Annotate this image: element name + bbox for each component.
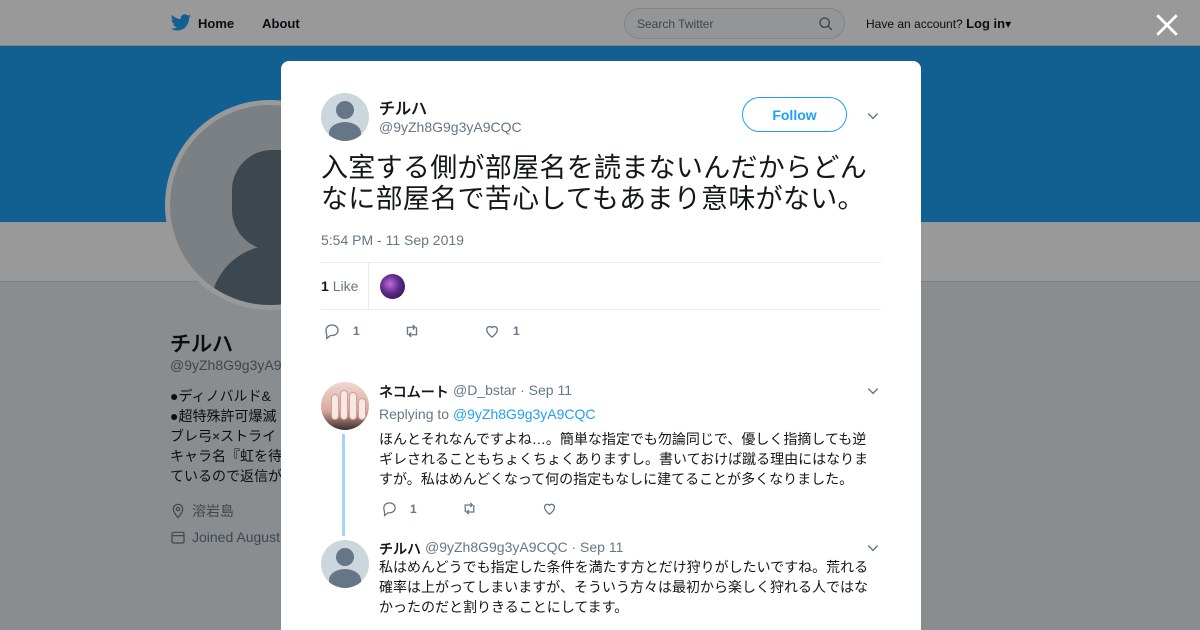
replying-to: Replying to @9yZh8G9g3yA9CQC xyxy=(379,406,596,422)
tweet-stats: 1 Like xyxy=(321,262,881,310)
reply-avatar[interactable] xyxy=(321,540,369,588)
replying-to-handle[interactable]: @9yZh8G9g3yA9CQC xyxy=(453,406,596,422)
likes-count[interactable]: 1 Like xyxy=(321,278,358,294)
reply-author-name[interactable]: チルハ xyxy=(379,539,421,559)
close-icon[interactable] xyxy=(1154,12,1180,38)
author-handle[interactable]: @9yZh8G9g3yA9CQC xyxy=(379,119,522,135)
reply-date[interactable]: · Sep 11 xyxy=(572,539,624,555)
heart-icon xyxy=(486,325,498,338)
reply-icon xyxy=(383,502,396,517)
like-action[interactable] xyxy=(541,500,570,517)
chevron-down-icon[interactable] xyxy=(866,384,880,398)
reply-date[interactable]: · Sep 11 xyxy=(520,382,572,398)
follow-button[interactable]: Follow xyxy=(742,97,847,132)
likes-number: 1 xyxy=(321,278,329,294)
tweet-timestamp[interactable]: 5:54 PM - 11 Sep 2019 xyxy=(321,232,464,248)
thread-connector xyxy=(342,434,345,536)
retweet-action[interactable] xyxy=(461,500,490,517)
like-count: 1 xyxy=(513,324,520,338)
tweet-text: 入室する側が部屋名を読まないんだからどんなに部屋名で苦心してもあまり意味がない。 xyxy=(321,153,867,214)
reply-icon xyxy=(325,324,339,340)
reply-action[interactable]: 1 xyxy=(381,500,417,517)
reply-avatar[interactable] xyxy=(321,382,369,430)
reply-count: 1 xyxy=(410,501,417,516)
reply-text: ほんとそれなんですよね…。簡単な指定でも勿論同じで、優しく指摘しても逆ギレされる… xyxy=(379,431,869,487)
author-avatar[interactable] xyxy=(321,93,369,141)
reply-action[interactable]: 1 xyxy=(323,322,360,340)
retweet-action[interactable] xyxy=(403,322,433,340)
like-action[interactable]: 1 xyxy=(483,322,520,340)
tweet-modal: チルハ @9yZh8G9g3yA9CQC Follow 入室する側が部屋名を読ま… xyxy=(281,61,921,630)
liker-avatar[interactable] xyxy=(380,274,405,299)
retweet-icon xyxy=(464,502,475,515)
likes-label: Like xyxy=(332,278,359,294)
chevron-down-icon[interactable] xyxy=(866,109,880,123)
reply-count: 1 xyxy=(353,324,360,338)
chevron-down-icon[interactable] xyxy=(866,541,880,555)
stats-divider xyxy=(368,263,369,310)
reply-handle-text: @9yZh8G9g3yA9CQC xyxy=(425,539,568,555)
retweet-icon xyxy=(406,324,418,338)
reply-author-name[interactable]: ネコムート xyxy=(379,382,449,402)
reply-author-handle[interactable]: @9yZh8G9g3yA9CQC · Sep 11 xyxy=(425,539,623,555)
reply-handle-text: @D_bstar xyxy=(453,382,517,398)
reply-author-handle[interactable]: @D_bstar · Sep 11 xyxy=(453,382,572,398)
replying-to-label: Replying to xyxy=(379,406,450,422)
reply-text: 私はめんどうでも指定した条件を満たす方とだけ狩りがしたいですね。荒れる確率は上が… xyxy=(379,559,869,615)
author-name[interactable]: チルハ xyxy=(379,95,427,119)
heart-icon xyxy=(543,503,556,515)
